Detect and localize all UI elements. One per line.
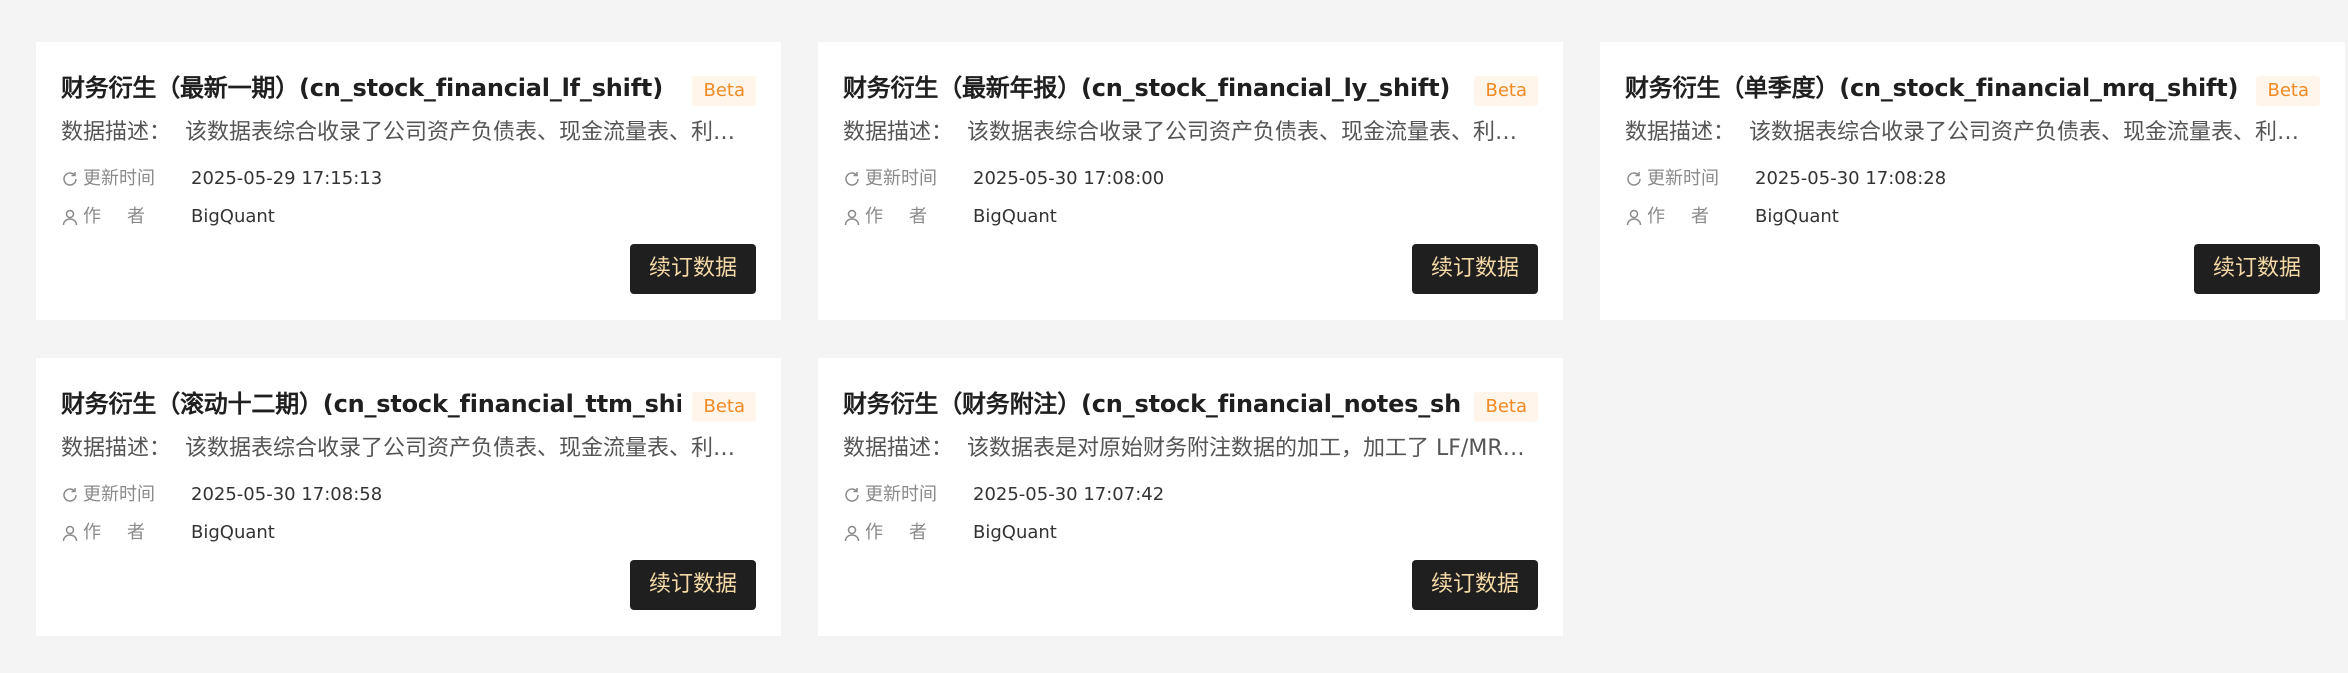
description-text: 该数据表综合收录了公司资产负债表、现金流量表、利润表的财务数据，并进行了衍生计算 <box>185 120 749 145</box>
author-row: 作者 BigQuant <box>843 520 1057 546</box>
dataset-description: 数据描述： 该数据表综合收录了公司资产负债表、现金流量表、利润表的财务数据，并进行… <box>61 430 749 462</box>
dataset-card[interactable]: 财务衍生（最新一期）(cn_stock_financial_lf_shift) … <box>36 42 781 320</box>
renew-data-button[interactable]: 续订数据 <box>630 560 756 610</box>
author-value: BigQuant <box>973 522 1057 543</box>
author-label: 作者 <box>83 522 171 543</box>
description-label: 数据描述： <box>1625 120 1736 145</box>
beta-badge: Beta <box>1474 76 1538 106</box>
user-icon <box>61 204 83 230</box>
description-text: 该数据表综合收录了公司资产负债表、现金流量表、利润表的财务数据，并进行了衍生计算 <box>967 120 1531 145</box>
author-label: 作者 <box>865 206 953 227</box>
author-label: 作者 <box>83 206 171 227</box>
description-text: 该数据表综合收录了公司资产负债表、现金流量表、利润表的财务数据，并进行了衍生计算 <box>185 436 749 461</box>
updated-value: 2025-05-30 17:08:58 <box>191 484 383 505</box>
updated-label: 更新时间 <box>83 484 155 505</box>
updated-row: 更新时间 2025-05-29 17:15:13 <box>61 166 382 192</box>
dataset-card-grid: 财务衍生（最新一期）(cn_stock_financial_lf_shift) … <box>0 0 2348 673</box>
user-icon <box>843 204 865 230</box>
dataset-card[interactable]: 财务衍生（单季度）(cn_stock_financial_mrq_shift) … <box>1600 42 2345 320</box>
author-value: BigQuant <box>191 206 275 227</box>
updated-row: 更新时间 2025-05-30 17:08:00 <box>843 166 1164 192</box>
author-label: 作者 <box>865 522 953 543</box>
description-label: 数据描述： <box>843 436 954 461</box>
author-value: BigQuant <box>191 522 275 543</box>
dataset-card[interactable]: 财务衍生（财务附注）(cn_stock_financial_notes_shif… <box>818 358 1563 636</box>
updated-value: 2025-05-30 17:07:42 <box>973 484 1165 505</box>
description-text: 该数据表综合收录了公司资产负债表、现金流量表、利润表的财务数据，并进行了衍生计算 <box>1749 120 2313 145</box>
updated-label: 更新时间 <box>865 484 937 505</box>
renew-data-button[interactable]: 续订数据 <box>2194 244 2320 294</box>
dataset-description: 数据描述： 该数据表综合收录了公司资产负债表、现金流量表、利润表的财务数据，并进行… <box>61 114 749 146</box>
description-label: 数据描述： <box>61 436 172 461</box>
dataset-title[interactable]: 财务衍生（单季度）(cn_stock_financial_mrq_shift) <box>1625 68 2245 103</box>
updated-value: 2025-05-30 17:08:28 <box>1755 168 1947 189</box>
beta-badge: Beta <box>692 76 756 106</box>
refresh-icon <box>1625 166 1647 192</box>
refresh-icon <box>843 166 865 192</box>
beta-badge: Beta <box>1474 392 1538 422</box>
description-label: 数据描述： <box>61 120 172 145</box>
refresh-icon <box>843 482 865 508</box>
user-icon <box>61 520 83 546</box>
author-label: 作者 <box>1647 206 1735 227</box>
dataset-title[interactable]: 财务衍生（滚动十二期）(cn_stock_financial_ttm_shift… <box>61 384 681 419</box>
updated-value: 2025-05-29 17:15:13 <box>191 168 383 189</box>
user-icon <box>843 520 865 546</box>
updated-row: 更新时间 2025-05-30 17:07:42 <box>843 482 1164 508</box>
dataset-description: 数据描述： 该数据表综合收录了公司资产负债表、现金流量表、利润表的财务数据，并进行… <box>1625 114 2313 146</box>
renew-data-button[interactable]: 续订数据 <box>1412 244 1538 294</box>
updated-value: 2025-05-30 17:08:00 <box>973 168 1165 189</box>
author-row: 作者 BigQuant <box>1625 204 1839 230</box>
user-icon <box>1625 204 1647 230</box>
refresh-icon <box>61 166 83 192</box>
renew-data-button[interactable]: 续订数据 <box>1412 560 1538 610</box>
dataset-title[interactable]: 财务衍生（最新一期）(cn_stock_financial_lf_shift) <box>61 68 681 103</box>
author-value: BigQuant <box>973 206 1057 227</box>
author-row: 作者 BigQuant <box>843 204 1057 230</box>
dataset-title[interactable]: 财务衍生（最新年报）(cn_stock_financial_ly_shift) <box>843 68 1463 103</box>
beta-badge: Beta <box>2256 76 2320 106</box>
dataset-description: 数据描述： 该数据表是对原始财务附注数据的加工，加工了 LF/MRQ/LY/TTM… <box>843 430 1531 462</box>
dataset-description: 数据描述： 该数据表综合收录了公司资产负债表、现金流量表、利润表的财务数据，并进行… <box>843 114 1531 146</box>
dataset-card[interactable]: 财务衍生（滚动十二期）(cn_stock_financial_ttm_shift… <box>36 358 781 636</box>
description-label: 数据描述： <box>843 120 954 145</box>
dataset-card[interactable]: 财务衍生（最新年报）(cn_stock_financial_ly_shift) … <box>818 42 1563 320</box>
refresh-icon <box>61 482 83 508</box>
updated-label: 更新时间 <box>1647 168 1719 189</box>
beta-badge: Beta <box>692 392 756 422</box>
renew-data-button[interactable]: 续订数据 <box>630 244 756 294</box>
description-text: 该数据表是对原始财务附注数据的加工，加工了 LF/MRQ/LY/TTM 等衍生数… <box>967 436 1531 461</box>
dataset-title[interactable]: 财务衍生（财务附注）(cn_stock_financial_notes_shif… <box>843 384 1463 419</box>
updated-row: 更新时间 2025-05-30 17:08:58 <box>61 482 382 508</box>
updated-row: 更新时间 2025-05-30 17:08:28 <box>1625 166 1946 192</box>
updated-label: 更新时间 <box>865 168 937 189</box>
updated-label: 更新时间 <box>83 168 155 189</box>
author-row: 作者 BigQuant <box>61 520 275 546</box>
author-value: BigQuant <box>1755 206 1839 227</box>
author-row: 作者 BigQuant <box>61 204 275 230</box>
